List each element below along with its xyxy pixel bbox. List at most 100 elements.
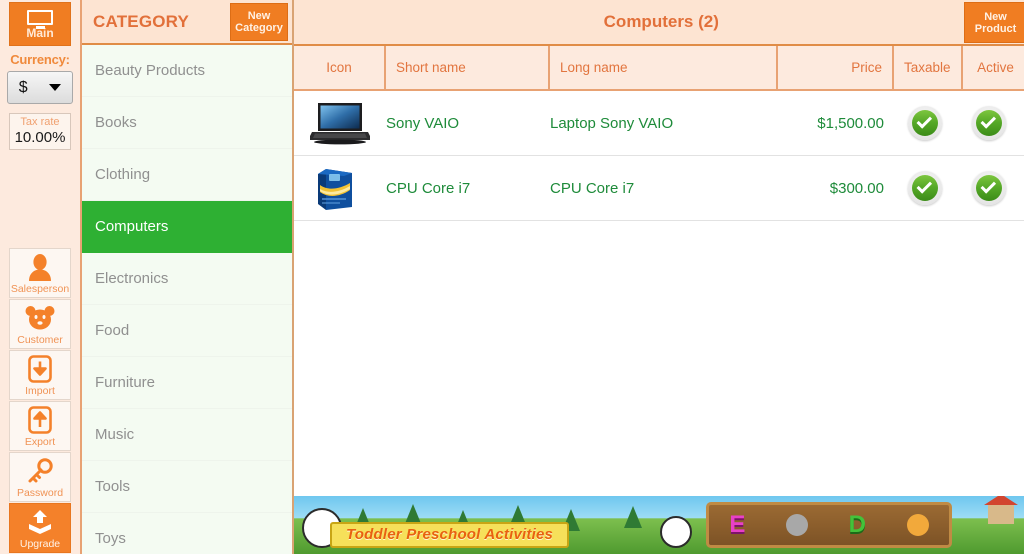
category-item-clothing[interactable]: Clothing: [82, 149, 292, 202]
product-icon-cell: [294, 156, 386, 221]
export-label: Export: [24, 436, 56, 448]
product-short-name-cell: Sony VAIO: [386, 91, 550, 156]
currency-value: $: [18, 78, 28, 96]
ad-title: Toddler Preschool Activities: [330, 522, 570, 548]
password-label: Password: [16, 487, 64, 499]
column-header-long-name[interactable]: Long name: [550, 46, 778, 89]
salesperson-button[interactable]: Salesperson: [9, 248, 71, 298]
left-toolbar: Main Currency: $ Tax rate 10.00% Salespe…: [0, 0, 82, 554]
export-up-arrow-icon: [28, 402, 52, 437]
key-icon: [26, 453, 54, 488]
panda-mascot: [660, 516, 692, 548]
column-header-taxable[interactable]: Taxable: [894, 46, 963, 89]
category-item-electronics[interactable]: Electronics: [82, 253, 292, 306]
category-item-label: Books: [95, 114, 137, 132]
product-panel: Computers (2) New Product Icon Short name…: [294, 0, 1024, 554]
product-long-name-cell: CPU Core i7: [550, 156, 778, 221]
product-header-title: Computers (2): [603, 12, 719, 31]
category-item-food[interactable]: Food: [82, 305, 292, 358]
new-product-button[interactable]: New Product: [963, 2, 1024, 43]
category-item-books[interactable]: Books: [82, 97, 292, 150]
mouse-icon: [786, 514, 808, 536]
active-checkmark-button[interactable]: [972, 171, 1006, 205]
column-header-price[interactable]: Price: [778, 46, 894, 89]
column-header-active[interactable]: Active: [962, 46, 1024, 89]
birdhouse-decoration: [984, 496, 1018, 524]
laptop-thumbnail: [308, 100, 372, 146]
product-short-name-cell: CPU Core i7: [386, 156, 550, 221]
new-product-line2: Product: [974, 22, 1017, 35]
category-item-furniture[interactable]: Furniture: [82, 357, 292, 410]
product-row[interactable]: CPU Core i7 CPU Core i7 $300.00: [294, 156, 1024, 221]
product-short-name: Sony VAIO: [386, 114, 460, 132]
taxable-checkmark-button-cell: [894, 156, 956, 221]
category-item-label: Music: [95, 426, 135, 444]
import-down-arrow-icon: [28, 351, 52, 386]
product-row[interactable]: Sony VAIO Laptop Sony VAIO $1,500.00: [294, 91, 1024, 156]
check-icon: [912, 110, 938, 136]
salesperson-label: Salesperson: [10, 283, 70, 295]
customer-label: Customer: [17, 334, 63, 346]
person-icon: [27, 249, 53, 284]
product-price-cell: $1,500.00: [778, 91, 894, 156]
password-button[interactable]: Password: [9, 452, 71, 502]
product-long-name: CPU Core i7: [550, 179, 635, 197]
customer-button[interactable]: Customer: [9, 299, 71, 349]
chevron-down-icon: [49, 84, 62, 91]
check-icon: [976, 175, 1002, 201]
ad-letter-d: D: [848, 511, 866, 538]
bear-face-icon: [25, 300, 55, 335]
check-icon: [976, 110, 1002, 136]
chick-icon: [906, 514, 929, 536]
category-item-music[interactable]: Music: [82, 409, 292, 462]
upgrade-button[interactable]: Upgrade: [9, 503, 71, 553]
product-icon-cell: [294, 91, 386, 156]
tax-rate-label: Tax rate: [20, 116, 60, 128]
product-long-name: Laptop Sony VAIO: [550, 114, 674, 132]
pos-application-window: Main Currency: $ Tax rate 10.00% Salespe…: [0, 0, 1024, 554]
tax-rate-field[interactable]: Tax rate 10.00%: [9, 113, 71, 150]
category-item-label: Computers: [95, 218, 169, 236]
tree-decoration: [624, 506, 642, 528]
category-item-label: Furniture: [95, 374, 156, 392]
category-item-label: Clothing: [95, 166, 151, 184]
new-category-line2: Category: [235, 21, 283, 34]
ad-letter-board: E D: [706, 502, 952, 548]
product-price-cell: $300.00: [778, 156, 894, 221]
column-header-icon[interactable]: Icon: [294, 46, 386, 89]
ad-banner[interactable]: Toddler Preschool Activities E D: [294, 496, 1024, 554]
currency-label: Currency:: [10, 52, 70, 67]
category-panel: CATEGORY New Category Beauty Products Boo…: [82, 0, 294, 554]
active-checkmark-button[interactable]: [972, 106, 1006, 140]
upgrade-label: Upgrade: [19, 538, 61, 550]
new-product-line1: New: [984, 10, 1007, 23]
main-button[interactable]: Main: [9, 2, 71, 46]
taxable-checkmark-button-cell: [894, 91, 956, 156]
active-checkmark-button-cell: [956, 91, 1022, 156]
new-category-button[interactable]: New Category: [230, 2, 288, 41]
import-button[interactable]: Import: [9, 350, 71, 400]
category-item-toys[interactable]: Toys: [82, 513, 292, 554]
category-item-beauty-products[interactable]: Beauty Products: [82, 45, 292, 98]
ad-letter-e: E: [729, 511, 746, 538]
taxable-checkmark-button[interactable]: [908, 106, 942, 140]
active-checkmark-button-cell: [956, 156, 1022, 221]
check-icon: [912, 175, 938, 201]
export-button[interactable]: Export: [9, 401, 71, 451]
product-long-name-cell: Laptop Sony VAIO: [550, 91, 778, 156]
category-item-tools[interactable]: Tools: [82, 461, 292, 514]
product-header: Computers (2) New Product: [294, 0, 1024, 46]
category-item-computers[interactable]: Computers: [82, 201, 292, 254]
new-category-line1: New: [247, 9, 271, 22]
category-item-label: Beauty Products: [95, 62, 206, 80]
product-price: $300.00: [829, 179, 884, 197]
category-item-label: Electronics: [95, 270, 169, 288]
product-short-name: CPU Core i7: [386, 179, 471, 197]
monitor-icon: [27, 9, 53, 29]
upgrade-box-arrow-icon: [26, 504, 54, 539]
product-price: $1,500.00: [817, 114, 884, 132]
import-label: Import: [25, 385, 55, 397]
taxable-checkmark-button[interactable]: [908, 171, 942, 205]
currency-select[interactable]: $: [7, 71, 73, 104]
column-header-short-name[interactable]: Short name: [386, 46, 550, 89]
